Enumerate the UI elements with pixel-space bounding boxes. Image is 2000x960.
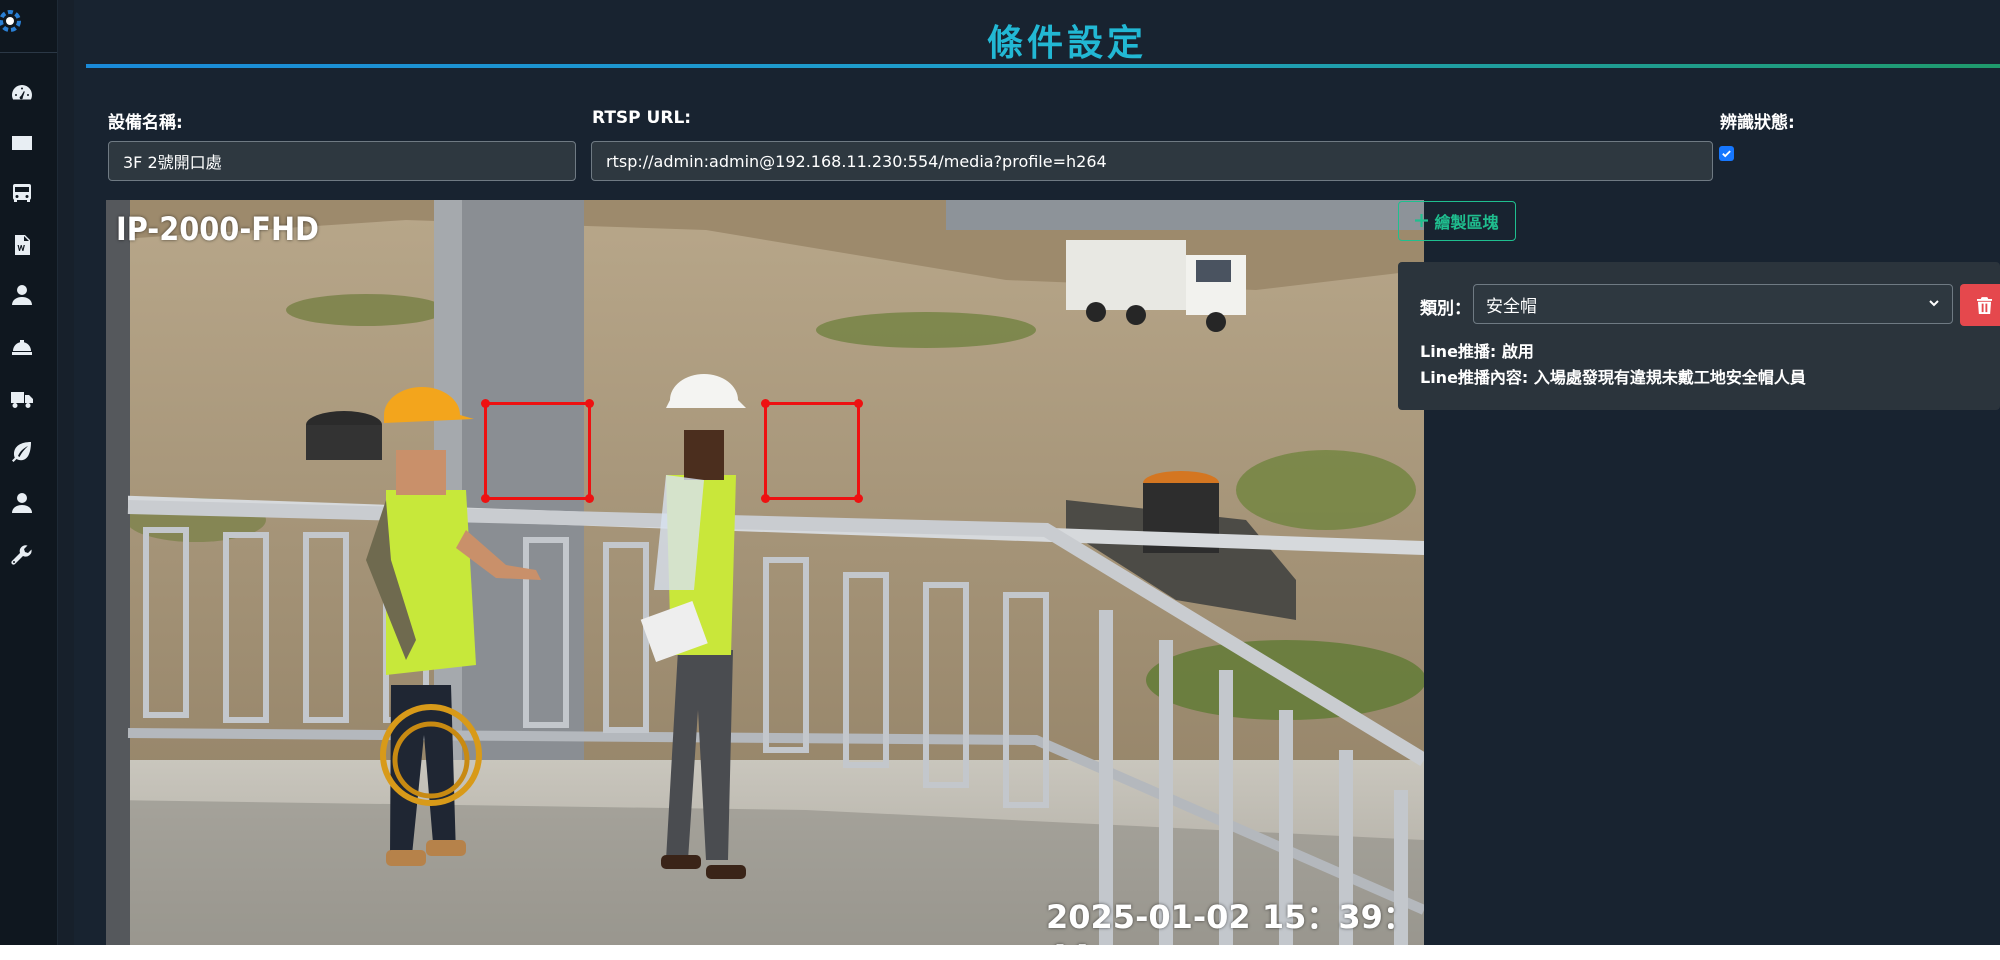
word-document-icon	[15, 235, 30, 255]
chevron-down-icon	[1928, 294, 1940, 314]
box-handle[interactable]	[761, 494, 770, 503]
trash-icon	[1976, 296, 1992, 314]
speedometer-icon	[12, 85, 32, 100]
camera-scene-image	[106, 200, 1424, 945]
category-selected-value: 安全帽	[1486, 296, 1537, 317]
sidebar-item-document[interactable]	[7, 230, 37, 260]
rtsp-url-label: RTSP URL:	[592, 108, 692, 128]
user-icon	[12, 285, 32, 305]
id-card-icon	[12, 136, 32, 150]
sidebar-item-hard-hat[interactable]	[7, 332, 37, 362]
device-name-input[interactable]	[108, 141, 576, 181]
category-select[interactable]: 安全帽	[1473, 284, 1953, 324]
truck-icon	[11, 392, 33, 408]
device-name-label: 設備名稱:	[108, 113, 183, 133]
box-handle[interactable]	[481, 494, 490, 503]
camera-timestamp-overlay: 2025-01-02 15：39：44	[1046, 898, 1415, 945]
camera-model-overlay: IP-2000-FHD	[116, 210, 319, 248]
box-handle[interactable]	[585, 399, 594, 408]
title-underline	[86, 64, 2000, 68]
sidebar	[0, 0, 58, 945]
sidebar-item-id-card[interactable]	[7, 128, 37, 158]
line-push-content: Line推播內容: 入場處發現有違規未戴工地安全帽人員	[1420, 368, 1806, 387]
plus-icon	[1415, 212, 1429, 231]
draw-region-button[interactable]: 繪製區塊	[1398, 201, 1516, 241]
box-handle[interactable]	[854, 494, 863, 503]
recognition-status-checkbox[interactable]	[1719, 146, 1734, 161]
camera-feed[interactable]: IP-2000-FHD 2025-01-02 15：39：44	[106, 200, 1424, 945]
detection-box-hard-hat-yellow[interactable]	[481, 399, 594, 503]
recognition-status-label: 辨識狀態:	[1720, 113, 1795, 133]
wrench-icon	[11, 545, 32, 565]
rtsp-url-input[interactable]	[591, 141, 1713, 181]
region-card: 類別： 安全帽 Line推播: 啟用 Line推播內容: 入場處發現有違規未戴工…	[1398, 262, 2000, 410]
bus-icon	[13, 184, 31, 202]
sidebar-item-user-2[interactable]	[7, 488, 37, 518]
hard-hat-icon	[12, 340, 32, 355]
box-handle[interactable]	[481, 399, 490, 408]
sidebar-item-leaf[interactable]	[7, 436, 37, 466]
line-push-status: Line推播: 啟用	[1420, 342, 1534, 361]
page-title: 條件設定	[986, 23, 1147, 64]
app-window: 條件設定 設備名稱: RTSP URL: 辨識狀態:	[0, 0, 2000, 945]
checkmark-icon	[1722, 150, 1731, 158]
sidebar-item-user[interactable]	[7, 280, 37, 310]
detection-box-hard-hat-white[interactable]	[761, 399, 863, 503]
draw-region-label: 繪製區塊	[1434, 213, 1499, 232]
gear-logo[interactable]	[0, 6, 30, 36]
sidebar-divider	[0, 52, 57, 53]
sidebar-item-bus[interactable]	[7, 178, 37, 208]
sidebar-item-settings[interactable]	[7, 540, 37, 570]
box-handle[interactable]	[854, 399, 863, 408]
sidebar-item-truck[interactable]	[7, 384, 37, 414]
user-icon	[12, 493, 32, 513]
main-content: 條件設定 設備名稱: RTSP URL: 辨識狀態:	[74, 0, 2000, 945]
box-handle[interactable]	[761, 399, 770, 408]
category-label: 類別：	[1420, 299, 1471, 319]
leaf-icon	[12, 442, 31, 462]
box-handle[interactable]	[585, 494, 594, 503]
delete-region-button[interactable]	[1960, 284, 2000, 326]
sidebar-item-dashboard[interactable]	[7, 78, 37, 108]
